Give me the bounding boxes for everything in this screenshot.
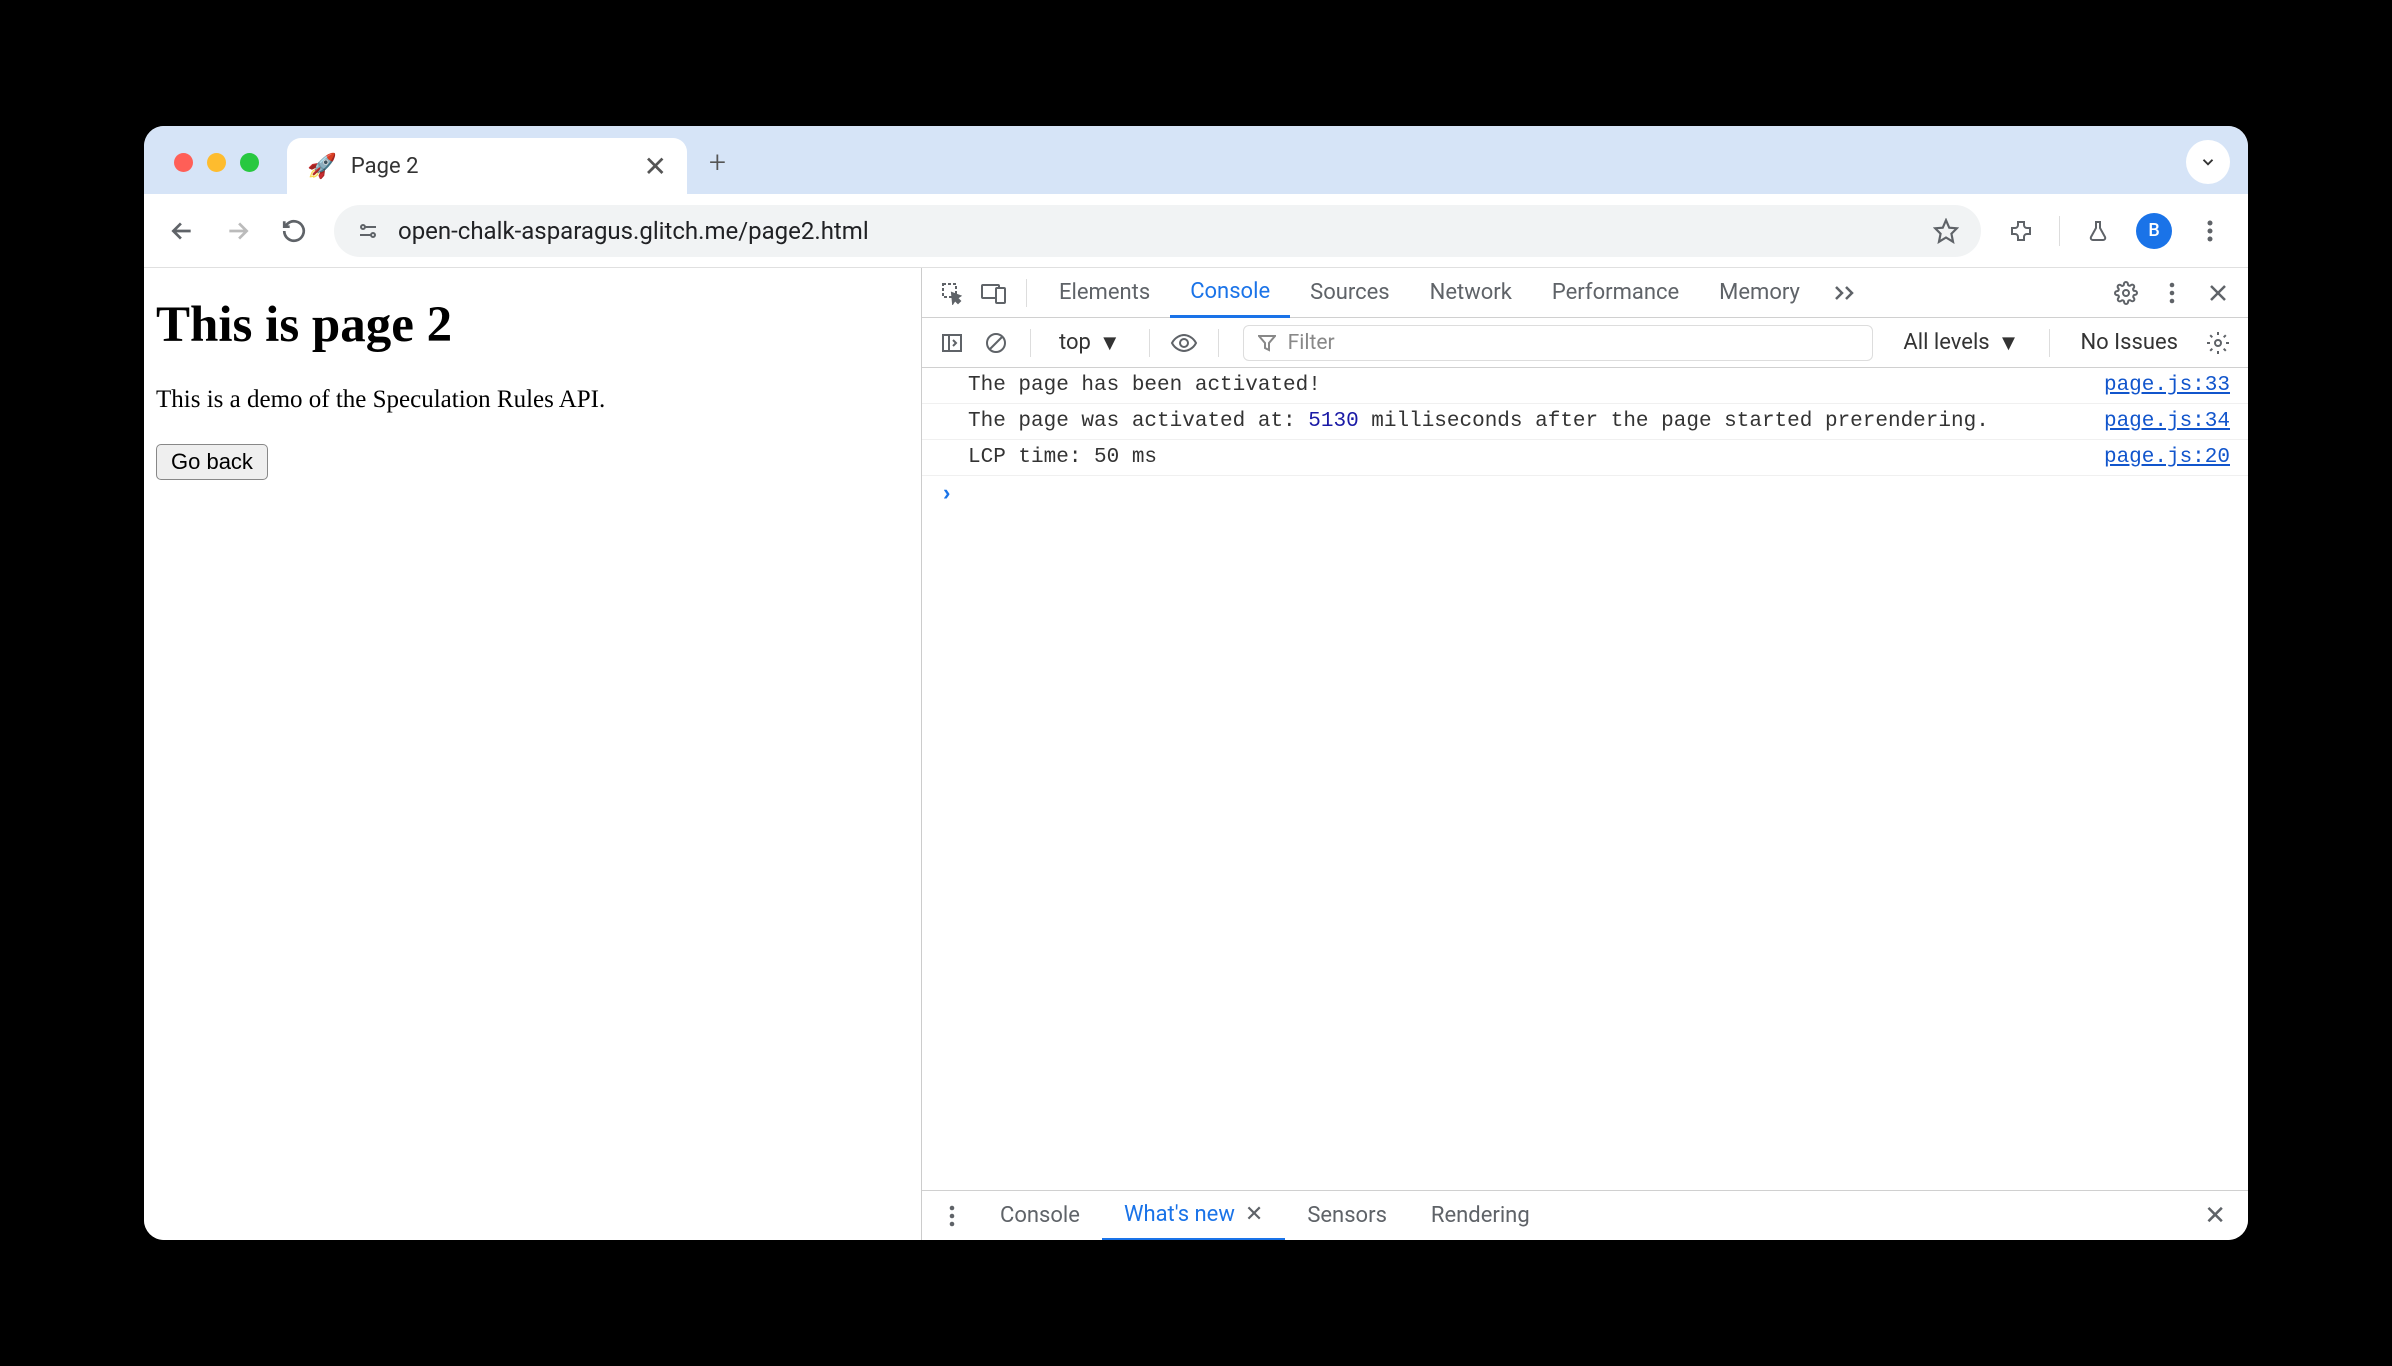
devtools-tab-sources[interactable]: Sources [1290,268,1410,318]
inspect-element-icon[interactable] [932,273,972,313]
devtools-panel: ElementsConsoleSourcesNetworkPerformance… [922,268,2248,1240]
devtools-tab-memory[interactable]: Memory [1699,268,1820,318]
labs-icon[interactable] [2074,207,2122,255]
clear-console-icon[interactable] [976,323,1016,363]
site-info-icon[interactable] [356,219,380,243]
bookmark-icon[interactable] [1933,218,1959,244]
divider [1026,279,1027,307]
drawer-tab-label: Rendering [1431,1203,1530,1228]
new-tab-button[interactable]: + [687,145,748,194]
close-drawer-tab-icon[interactable]: ✕ [1245,1202,1263,1227]
dropdown-icon: ▼ [1099,330,1121,356]
close-window-button[interactable] [174,153,193,172]
log-source-link[interactable]: page.js:33 [2104,374,2230,397]
url-text: open-chalk-asparagus.glitch.me/page2.htm… [398,217,1915,245]
issues-label[interactable]: No Issues [2064,330,2194,355]
console-log-line: LCP time: 50 ms page.js:20 [922,440,2248,476]
reload-button[interactable] [270,207,318,255]
chrome-menu-icon[interactable] [2186,207,2234,255]
content-area: This is page 2 This is a demo of the Spe… [144,268,2248,1240]
more-tabs-icon[interactable] [1822,284,1868,302]
toolbar: open-chalk-asparagus.glitch.me/page2.htm… [144,194,2248,268]
toolbar-divider [2059,216,2060,246]
live-expression-icon[interactable] [1164,323,1204,363]
divider [1218,329,1219,357]
log-source-link[interactable]: page.js:20 [2104,446,2230,469]
devtools-tab-network[interactable]: Network [1410,268,1532,318]
minimize-window-button[interactable] [207,153,226,172]
maximize-window-button[interactable] [240,153,259,172]
page-paragraph: This is a demo of the Speculation Rules … [156,386,909,414]
log-levels-selector[interactable]: All levels ▼ [1887,330,2035,356]
console-settings-icon[interactable] [2198,323,2238,363]
page-heading: This is page 2 [156,296,909,354]
go-back-button[interactable]: Go back [156,444,268,480]
close-drawer-icon[interactable]: ✕ [2192,1201,2238,1231]
devtools-tab-performance[interactable]: Performance [1532,268,1699,318]
window-controls [160,153,273,194]
log-source-link[interactable]: page.js:34 [2104,410,2230,433]
divider [2049,329,2050,357]
devtools-menu-icon[interactable] [2152,273,2192,313]
log-message: The page has been activated! [968,374,2084,397]
console-log-line: The page has been activated! page.js:33 [922,368,2248,404]
tab-favicon: 🚀 [307,152,337,180]
tab-strip: 🚀 Page 2 ✕ + [144,126,2248,194]
filter-placeholder: Filter [1288,331,1335,355]
profile-avatar[interactable]: B [2130,207,2178,255]
device-toolbar-icon[interactable] [974,273,1014,313]
drawer-menu-icon[interactable] [932,1196,972,1236]
devtools-drawer: Console What's new ✕ Sensors Rendering ✕ [922,1190,2248,1240]
levels-label: All levels [1903,330,1989,355]
extensions-icon[interactable] [1997,207,2045,255]
console-output[interactable]: The page has been activated!page.js:33Th… [922,368,2248,1190]
console-log-line: The page was activated at: 5130 millisec… [922,404,2248,440]
context-selector[interactable]: top ▼ [1045,330,1135,356]
close-devtools-icon[interactable] [2198,273,2238,313]
toggle-sidebar-icon[interactable] [932,323,972,363]
drawer-tab-what-s-new[interactable]: What's new ✕ [1102,1191,1285,1241]
prompt-icon: › [940,482,953,507]
drawer-tab-label: What's new [1124,1202,1235,1227]
filter-icon [1258,334,1276,352]
close-tab-icon[interactable]: ✕ [644,150,667,183]
devtools-tab-console[interactable]: Console [1170,268,1290,318]
tabs-dropdown-button[interactable] [2186,140,2230,184]
browser-tab[interactable]: 🚀 Page 2 ✕ [287,138,687,194]
drawer-tab-console[interactable]: Console [978,1191,1102,1241]
drawer-tab-label: Sensors [1307,1203,1387,1228]
console-prompt[interactable]: › [922,476,2248,513]
console-toolbar: top ▼ Filter All levels ▼ No Issues [922,318,2248,368]
devtools-tab-elements[interactable]: Elements [1039,268,1170,318]
drawer-tab-label: Console [1000,1203,1080,1228]
log-message: The page was activated at: 5130 millisec… [968,410,2084,433]
address-bar[interactable]: open-chalk-asparagus.glitch.me/page2.htm… [334,205,1981,257]
browser-window: 🚀 Page 2 ✕ + open-chalk-asparagus.glitch… [144,126,2248,1240]
settings-icon[interactable] [2106,273,2146,313]
context-label: top [1059,330,1091,355]
forward-button[interactable] [214,207,262,255]
avatar: B [2136,213,2172,249]
log-message: LCP time: 50 ms [968,446,2084,469]
back-button[interactable] [158,207,206,255]
drawer-tab-rendering[interactable]: Rendering [1409,1191,1552,1241]
tab-title: Page 2 [351,154,630,179]
page-viewport: This is page 2 This is a demo of the Spe… [144,268,922,1240]
divider [1149,329,1150,357]
devtools-tab-bar: ElementsConsoleSourcesNetworkPerformance… [922,268,2248,318]
filter-input[interactable]: Filter [1243,325,1874,361]
drawer-tab-sensors[interactable]: Sensors [1285,1191,1409,1241]
divider [1030,329,1031,357]
dropdown-icon: ▼ [1998,330,2020,356]
